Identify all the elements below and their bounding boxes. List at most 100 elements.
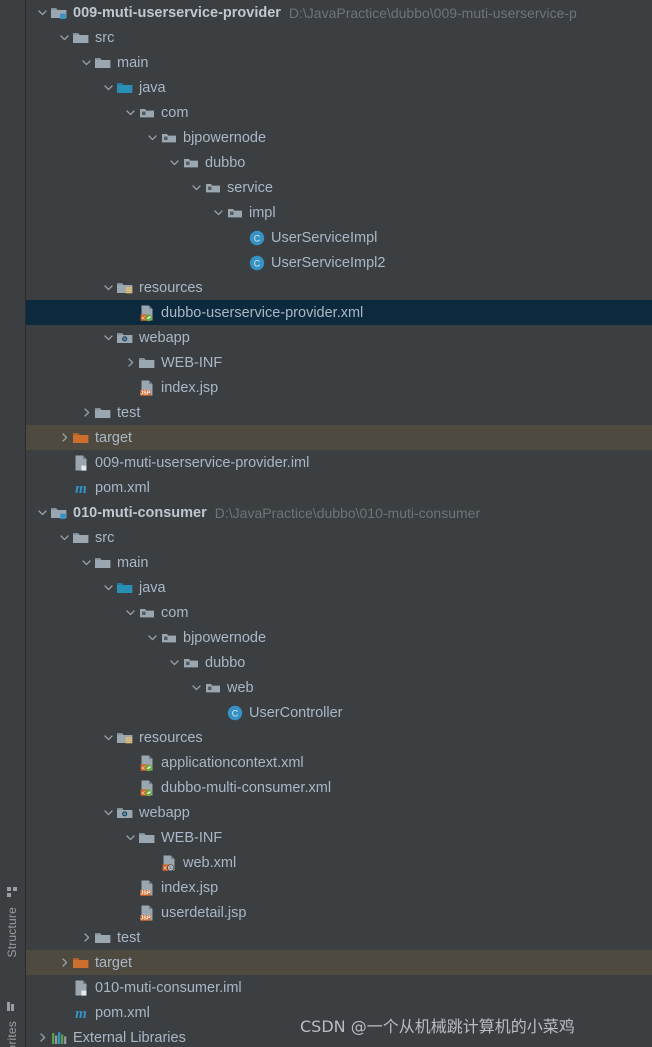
- chevron-down-icon[interactable]: [188, 675, 204, 700]
- tree-row[interactable]: 010-muti-consumer.iml: [26, 975, 652, 1000]
- tree-row-label: target: [95, 954, 133, 971]
- tree-row[interactable]: JSP index.jsp: [26, 375, 652, 400]
- resource-root-icon: [116, 279, 134, 297]
- tree-row[interactable]: m pom.xml: [26, 475, 652, 500]
- chevron-down-icon[interactable]: [100, 75, 116, 100]
- chevron-down-icon[interactable]: [122, 100, 138, 125]
- jsp-icon: JSP: [138, 904, 156, 922]
- chevron-down-icon[interactable]: [210, 200, 226, 225]
- module-path-label: D:\JavaPractice\dubbo\009-muti-userservi…: [288, 4, 577, 21]
- chevron-down-icon[interactable]: [56, 25, 72, 50]
- chevron-down-icon[interactable]: [144, 625, 160, 650]
- chevron-down-icon[interactable]: [100, 575, 116, 600]
- tool-button-structure[interactable]: Structure: [0, 884, 25, 960]
- package-icon: [138, 604, 156, 622]
- module-folder-icon: [50, 504, 68, 522]
- tree-row[interactable]: < dubbo-multi-consumer.xml: [26, 775, 652, 800]
- java-class-icon: C: [248, 229, 266, 247]
- chevron-down-icon[interactable]: [166, 150, 182, 175]
- tree-row[interactable]: dubbo: [26, 150, 652, 175]
- tree-row[interactable]: 010-muti-consumer D:\JavaPractice\dubbo\0…: [26, 500, 652, 525]
- tree-row[interactable]: com: [26, 100, 652, 125]
- chevron-down-icon[interactable]: [122, 600, 138, 625]
- tree-row[interactable]: target: [26, 950, 652, 975]
- chevron-down-icon[interactable]: [188, 175, 204, 200]
- tree-row[interactable]: main: [26, 550, 652, 575]
- chevron-right-icon[interactable]: [122, 350, 138, 375]
- tree-row[interactable]: External Libraries: [26, 1025, 652, 1047]
- tree-row[interactable]: < dubbo-userservice-provider.xml: [26, 300, 652, 325]
- chevron-down-icon[interactable]: [166, 650, 182, 675]
- chevron-down-icon[interactable]: [100, 725, 116, 750]
- tree-row[interactable]: test: [26, 400, 652, 425]
- chevron-down-icon[interactable]: [78, 550, 94, 575]
- folder-icon: [94, 404, 112, 422]
- tree-row-label: com: [161, 104, 189, 121]
- tree-row[interactable]: web: [26, 675, 652, 700]
- chevron-right-icon[interactable]: [78, 925, 94, 950]
- chevron-down-icon[interactable]: [78, 50, 94, 75]
- tree-row-label: WEB-INF: [161, 829, 223, 846]
- tree-row[interactable]: 009-muti-userservice-provider D:\JavaPrac…: [26, 0, 652, 25]
- tree-row[interactable]: resources: [26, 725, 652, 750]
- chevron-down-icon[interactable]: [144, 125, 160, 150]
- svg-text:C: C: [254, 233, 261, 243]
- chevron-right-icon[interactable]: [56, 425, 72, 450]
- tool-button-favorites[interactable]: vorites: [0, 998, 25, 1047]
- tree-row-label: web.xml: [183, 854, 237, 871]
- tree-row[interactable]: main: [26, 50, 652, 75]
- tree-row[interactable]: C UserServiceImpl2: [26, 250, 652, 275]
- tree-row[interactable]: WEB-INF: [26, 825, 652, 850]
- favorites-icon: [7, 1001, 18, 1015]
- tree-row[interactable]: impl: [26, 200, 652, 225]
- chevron-down-icon[interactable]: [122, 825, 138, 850]
- chevron-down-icon[interactable]: [56, 525, 72, 550]
- tree-row[interactable]: target: [26, 425, 652, 450]
- chevron-down-icon[interactable]: [100, 800, 116, 825]
- tree-row[interactable]: webapp: [26, 800, 652, 825]
- tree-row[interactable]: C UserController: [26, 700, 652, 725]
- iml-icon: [72, 979, 90, 997]
- tree-row[interactable]: C UserServiceImpl: [26, 225, 652, 250]
- chevron-down-icon[interactable]: [34, 0, 50, 25]
- tree-row[interactable]: test: [26, 925, 652, 950]
- java-class-icon: C: [226, 704, 244, 722]
- chevron-down-icon[interactable]: [100, 325, 116, 350]
- svg-text:<: <: [141, 315, 145, 321]
- tree-row[interactable]: m pom.xml: [26, 1000, 652, 1025]
- folder-icon: [94, 554, 112, 572]
- tree-row[interactable]: dubbo: [26, 650, 652, 675]
- spring-xml-icon: <: [138, 779, 156, 797]
- project-tree[interactable]: 009-muti-userservice-provider D:\JavaPrac…: [26, 0, 652, 1047]
- tree-row[interactable]: java: [26, 75, 652, 100]
- tree-row[interactable]: bjpowernode: [26, 125, 652, 150]
- tree-row[interactable]: 009-muti-userservice-provider.iml: [26, 450, 652, 475]
- tree-row-label: dubbo: [205, 154, 246, 171]
- tree-row-label: test: [117, 929, 141, 946]
- tree-row[interactable]: resources: [26, 275, 652, 300]
- tree-row[interactable]: < web.xml: [26, 850, 652, 875]
- tree-row-label: 010-muti-consumer: [73, 504, 207, 521]
- tree-row[interactable]: WEB-INF: [26, 350, 652, 375]
- package-icon: [160, 629, 178, 647]
- tree-row[interactable]: < applicationcontext.xml: [26, 750, 652, 775]
- chevron-right-icon[interactable]: [56, 950, 72, 975]
- tree-row[interactable]: src: [26, 525, 652, 550]
- tree-row-label: External Libraries: [73, 1029, 186, 1046]
- tree-row[interactable]: src: [26, 25, 652, 50]
- tree-row[interactable]: webapp: [26, 325, 652, 350]
- tree-row[interactable]: bjpowernode: [26, 625, 652, 650]
- chevron-down-icon[interactable]: [34, 500, 50, 525]
- chevron-right-icon[interactable]: [34, 1025, 50, 1047]
- tree-row-label: webapp: [139, 804, 190, 821]
- chevron-right-icon[interactable]: [78, 400, 94, 425]
- tree-row[interactable]: com: [26, 600, 652, 625]
- tree-row[interactable]: service: [26, 175, 652, 200]
- tree-row-label: webapp: [139, 329, 190, 346]
- tree-row[interactable]: JSP userdetail.jsp: [26, 900, 652, 925]
- chevron-down-icon[interactable]: [100, 275, 116, 300]
- tree-row[interactable]: java: [26, 575, 652, 600]
- structure-icon: [7, 887, 18, 901]
- tree-row[interactable]: JSP index.jsp: [26, 875, 652, 900]
